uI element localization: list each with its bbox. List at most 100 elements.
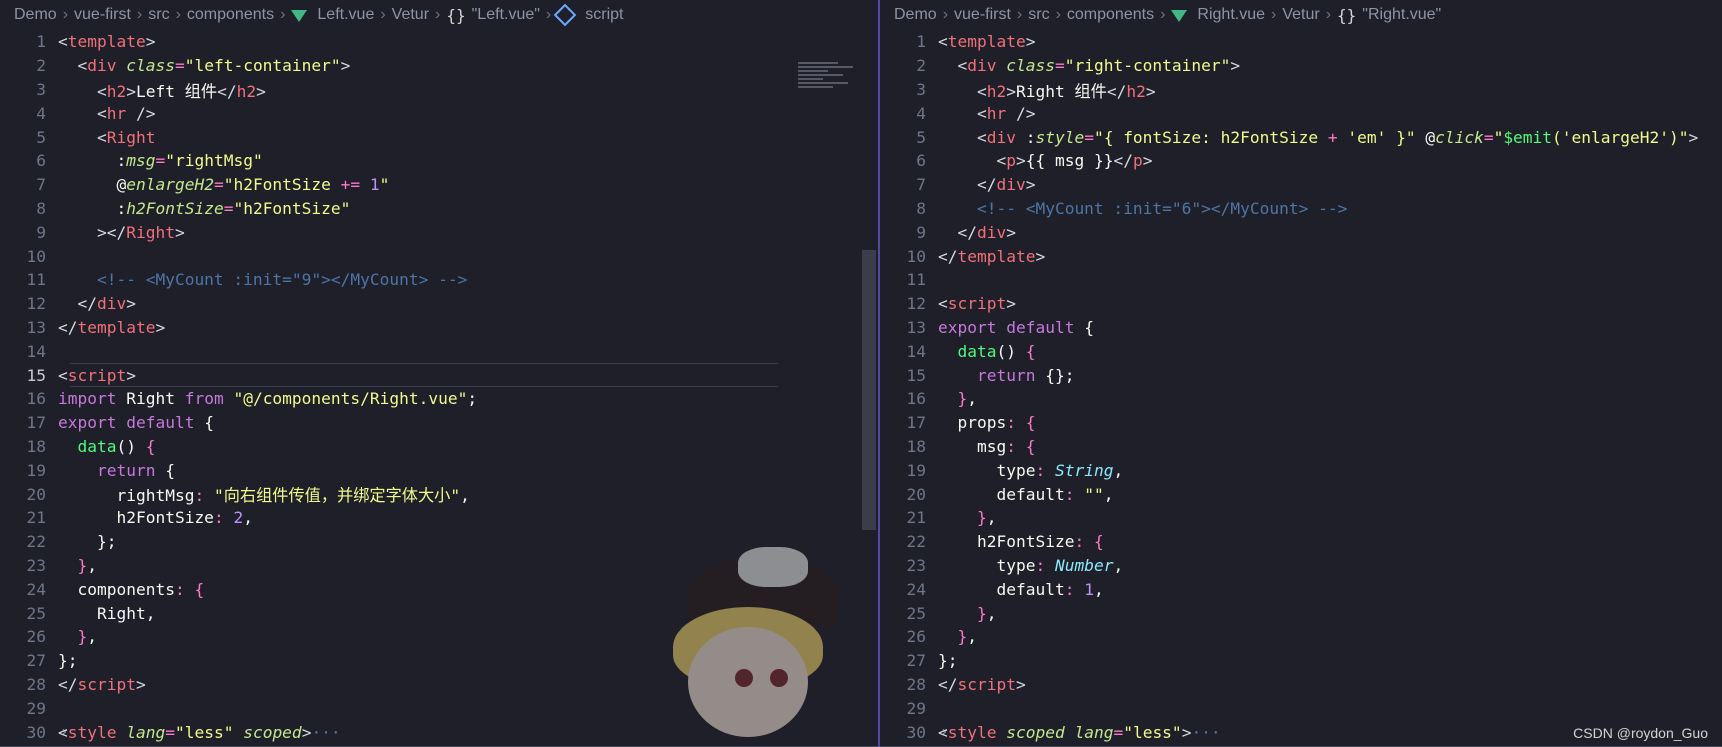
code-line[interactable]: 16 import Right from "@/components/Right.… [0,387,878,411]
code-line[interactable]: 12 </div> [0,292,878,316]
code-line[interactable]: 5 <div :style="{ fontSize: h2FontSize + … [880,125,1722,149]
right-editor-pane[interactable]: Demo › vue-first › src › components › Ri… [880,0,1722,747]
code-line[interactable]: 29 [880,696,1722,720]
code-token: < [58,103,107,123]
breadcrumb-components[interactable]: components [1067,6,1154,24]
mascot-eye [770,669,788,687]
code-line[interactable]: 17 props: { [880,411,1722,435]
code-text: }, [58,627,97,646]
code-text: <script> [938,294,1016,313]
breadcrumb-file[interactable]: Right.vue [1197,6,1265,24]
code-line[interactable]: 7 @enlargeH2="h2FontSize += 1" [0,173,878,197]
line-number: 17 [26,413,47,433]
code-token: > [1006,294,1016,314]
code-line[interactable]: 9 ></Right> [0,220,878,244]
breadcrumb-file[interactable]: Left.vue [317,6,374,24]
breadcrumb-src[interactable]: src [1028,6,1049,24]
code-line[interactable]: 2 <div class="right-container"> [880,54,1722,78]
code-line[interactable]: 1 <template> [0,30,878,54]
code-token: "left-container" [184,56,341,76]
code-text: h2FontSize: 2, [58,508,252,527]
code-line[interactable]: 12 <script> [880,292,1722,316]
code-line[interactable]: 8 :h2FontSize="h2FontSize" [0,197,878,221]
code-line[interactable]: 23 type: Number, [880,554,1722,578]
code-line[interactable]: 7 </div> [880,173,1722,197]
breadcrumb-src[interactable]: src [148,6,169,24]
breadcrumb-vetur[interactable]: Vetur [392,6,429,24]
code-line[interactable]: 10 [0,244,878,268]
code-line[interactable]: 8 <!-- <MyCount :init="6"></MyCount> --> [880,197,1722,221]
code-line[interactable]: 3 <h2>Left 组件</h2> [0,78,878,102]
line-number: 29 [906,698,927,718]
code-line[interactable]: 19 return { [0,458,878,482]
code-line[interactable]: 6 <p>{{ msg }}</p> [880,149,1722,173]
code-editor-left[interactable]: 1 <template> 2 <div class="left-container"… [0,30,878,747]
code-line[interactable]: 2 <div class="left-container"> [0,54,878,78]
line-number: 30 [26,722,47,742]
code-text: <h2>Right 组件</h2> [938,78,1156,102]
code-token: default [938,579,1065,599]
code-token: Right [106,127,156,147]
code-line[interactable]: 13 </template> [0,316,878,340]
code-text: }, [938,389,977,408]
code-line[interactable]: 16 }, [880,387,1722,411]
code-token: } [938,603,987,623]
line-number: 7 [36,175,46,195]
code-line[interactable]: 19 type: String, [880,458,1722,482]
breadcrumb-symbol[interactable]: "Left.vue" [472,6,540,24]
code-text: type: Number, [938,556,1123,575]
breadcrumb-vue-first[interactable]: vue-first [74,6,131,24]
code-token: template [947,32,1026,52]
code-line[interactable]: 21 h2FontSize: 2, [0,506,878,530]
code-line[interactable]: 10 </template> [880,244,1722,268]
code-token: 1 [360,175,380,195]
breadcrumb-components[interactable]: components [187,6,274,24]
code-line[interactable]: 22 h2FontSize: { [880,530,1722,554]
code-line[interactable]: 20 default: "", [880,482,1722,506]
code-text: ></Right> [58,223,185,242]
code-line[interactable]: 4 <hr /> [0,101,878,125]
breadcrumb-vetur[interactable]: Vetur [1282,6,1319,24]
code-line[interactable]: 11 <!-- <MyCount :init="9"></MyCount> --… [0,268,878,292]
code-line[interactable]: 28 </script> [880,673,1722,697]
code-line[interactable]: 21 }, [880,506,1722,530]
line-number: 21 [26,508,47,528]
code-line[interactable]: 18 msg: { [880,435,1722,459]
code-line[interactable]: 18 data() { [0,435,878,459]
code-line[interactable]: 5 <Right [0,125,878,149]
code-token: < [938,722,948,742]
line-number: 24 [906,579,927,599]
code-line[interactable]: 4 <hr /> [880,101,1722,125]
code-line[interactable]: 6 :msg="rightMsg" [0,149,878,173]
breadcrumb-symbol[interactable]: "Right.vue" [1362,6,1441,24]
line-number: 26 [26,627,47,647]
code-line[interactable]: 3 <h2>Right 组件</h2> [880,78,1722,102]
code-line[interactable]: 14 [0,339,878,363]
code-line[interactable]: 15 return {}; [880,363,1722,387]
breadcrumb-demo[interactable]: Demo [14,6,57,24]
code-line[interactable]: 24 default: 1, [880,577,1722,601]
code-line[interactable]: 9 </div> [880,220,1722,244]
code-line[interactable]: 11 [880,268,1722,292]
code-text: </div> [938,175,1036,194]
breadcrumb-demo[interactable]: Demo [894,6,937,24]
code-line[interactable]: 20 rightMsg: "向右组件传值，并绑定字体大小", [0,482,878,506]
code-line[interactable]: 13 export default { [880,316,1722,340]
code-editor-right[interactable]: 1 <template> 2 <div class="right-container… [880,30,1722,747]
minimap[interactable] [798,60,868,120]
breadcrumb-script[interactable]: script [585,6,623,24]
left-editor-pane[interactable]: Demo › vue-first › src › components › Le… [0,0,878,747]
code-line[interactable]: 26 }, [880,625,1722,649]
line-number: 12 [26,294,47,314]
scrollbar-thumb[interactable] [862,250,876,530]
code-line[interactable]: 25 }, [880,601,1722,625]
code-line[interactable]: 14 data() { [880,339,1722,363]
code-line[interactable]: 17 export default { [0,411,878,435]
code-token: script [67,365,127,385]
code-line[interactable]: 27}; [880,649,1722,673]
code-token: default [938,484,1065,504]
code-text: Right, [58,604,156,623]
breadcrumb-vue-first[interactable]: vue-first [954,6,1011,24]
code-line[interactable]: 1 <template> [880,30,1722,54]
code-token: /> [1015,103,1036,123]
